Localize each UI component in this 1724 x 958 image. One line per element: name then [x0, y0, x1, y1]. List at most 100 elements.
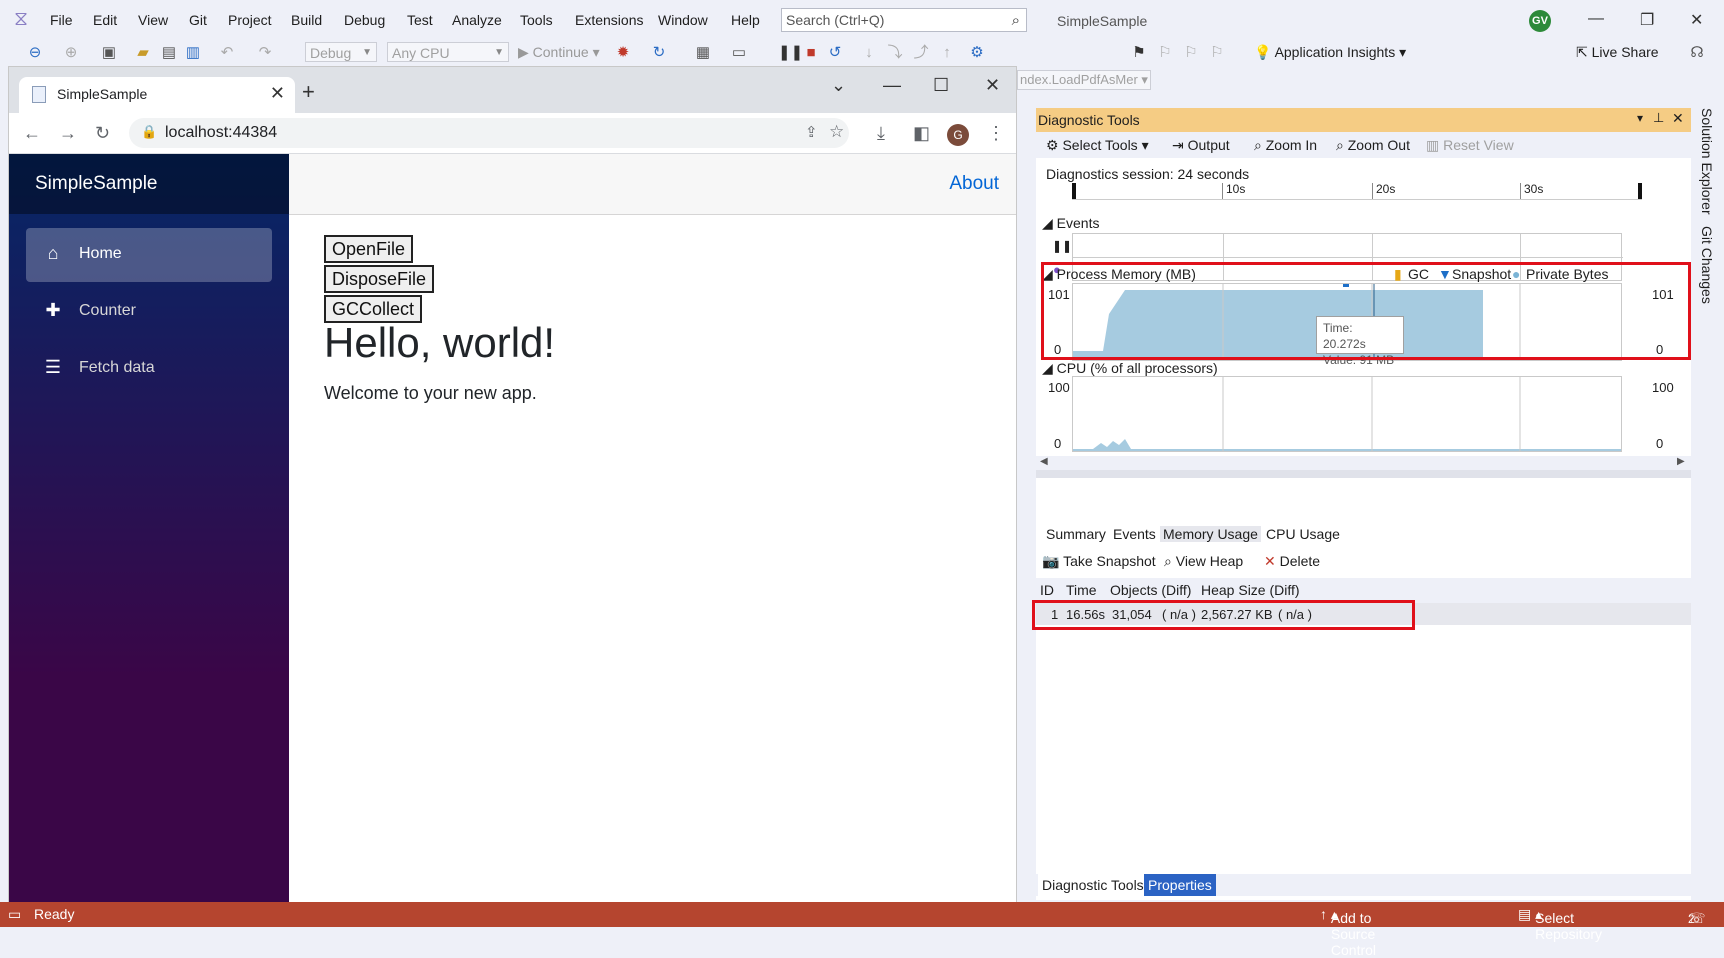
app-brand[interactable]: SimpleSample — [35, 173, 158, 195]
tab-summary[interactable]: Summary — [1046, 526, 1106, 542]
pause-events-icon[interactable]: ❚❚ — [1052, 239, 1072, 253]
save-all-icon[interactable]: ▥ — [184, 44, 202, 62]
step-over-icon[interactable]: ⤵ — [886, 44, 904, 62]
new-tab-icon[interactable]: + — [302, 79, 315, 105]
zoom-out-button[interactable]: ⌕ Zoom Out — [1336, 137, 1410, 154]
menu-help[interactable]: Help — [731, 12, 760, 28]
timeline-scrollbar[interactable]: ◀ ▶ — [1036, 456, 1691, 470]
profile-avatar[interactable]: G — [947, 124, 969, 146]
tab-search-chevron-icon[interactable]: ⌄ — [831, 75, 846, 96]
panel-close-icon[interactable]: ✕ — [1672, 110, 1684, 127]
menu-debug[interactable]: Debug — [344, 12, 385, 28]
menu-edit[interactable]: Edit — [93, 12, 117, 28]
scroll-right-icon[interactable]: ▶ — [1677, 456, 1685, 467]
step-back-icon[interactable]: ⤴ — [912, 44, 930, 62]
menu-project[interactable]: Project — [228, 12, 272, 28]
splitter[interactable] — [1036, 470, 1691, 478]
about-link[interactable]: About — [949, 173, 999, 195]
side-panel-icon[interactable]: ◧ — [913, 123, 930, 144]
notifications-button[interactable]: ☏ 2 — [1688, 906, 1706, 926]
nav-item-fetch-data[interactable]: ☰ Fetch data — [26, 342, 272, 396]
select-repository[interactable]: ▤ Select Repository ▴ — [1518, 906, 1602, 942]
menu-window[interactable]: Window — [658, 12, 708, 28]
cpu-chart[interactable] — [1072, 376, 1622, 452]
new-project-icon[interactable]: ▣ — [100, 44, 118, 62]
nav-back-icon[interactable]: ⊖ — [26, 44, 44, 62]
vs-search-box[interactable]: Search (Ctrl+Q) ⌕ — [781, 8, 1027, 32]
nav-forward-icon[interactable]: ⊕ — [62, 44, 80, 62]
events-section-title[interactable]: ◢ Events — [1042, 215, 1099, 232]
menu-test[interactable]: Test — [407, 12, 433, 28]
share-page-icon[interactable]: ⇪ — [805, 123, 818, 141]
bookmark-icon[interactable]: ⚑ — [1130, 44, 1148, 62]
reset-view-button[interactable]: ▥ Reset View — [1426, 137, 1514, 154]
browser-minimize-icon[interactable]: — — [883, 75, 901, 96]
restart-icon[interactable]: ↺ — [826, 44, 844, 62]
forward-icon[interactable]: → — [59, 123, 77, 144]
bookmark-prev-icon[interactable]: ⚐ — [1156, 44, 1174, 62]
bookmark-next-icon[interactable]: ⚐ — [1182, 44, 1200, 62]
save-icon[interactable]: ▤ — [160, 44, 178, 62]
application-insights-button[interactable]: 💡 Application Insights ▾ — [1254, 44, 1406, 61]
zoom-in-button[interactable]: ⌕ Zoom In — [1254, 137, 1317, 154]
view-heap-button[interactable]: ⌕ View Heap — [1164, 553, 1243, 570]
browser-maximize-icon[interactable]: ☐ — [933, 75, 949, 96]
bookmark-clear-icon[interactable]: ⚐ — [1208, 44, 1226, 62]
add-to-source-control[interactable]: ↑ Add to Source Control ▴ — [1320, 906, 1376, 958]
browser-tab[interactable]: SimpleSample ✕ — [19, 77, 295, 113]
menu-extensions[interactable]: Extensions — [575, 12, 643, 28]
menu-build[interactable]: Build — [291, 12, 322, 28]
menu-git[interactable]: Git — [189, 12, 207, 28]
cpu-section-title[interactable]: ◢ CPU (% of all processors) — [1042, 360, 1218, 377]
open-folder-icon[interactable]: ▰ — [134, 44, 152, 62]
step-into-icon[interactable]: ↓ — [860, 44, 878, 62]
vs-close-icon[interactable]: ✕ — [1690, 10, 1703, 30]
ruler-start-marker[interactable] — [1072, 183, 1076, 199]
menu-analyze[interactable]: Analyze — [452, 12, 502, 28]
tab-close-icon[interactable]: ✕ — [270, 83, 285, 104]
menu-file[interactable]: File — [50, 12, 73, 28]
menu-view[interactable]: View — [138, 12, 168, 28]
col-id[interactable]: ID — [1040, 582, 1054, 598]
select-tools-button[interactable]: ⚙ Select Tools ▾ — [1046, 137, 1149, 154]
stop-icon[interactable]: ■ — [802, 44, 820, 62]
continue-button[interactable]: ▶ Continue ▾ — [518, 44, 600, 61]
address-bar[interactable]: 🔒 localhost:44384 ⇪ ☆ — [129, 118, 849, 148]
output-button[interactable]: ⇥ Output — [1172, 137, 1230, 154]
exception-settings-icon[interactable]: ⚙ — [968, 44, 986, 62]
feedback-icon[interactable]: ☊ — [1688, 44, 1706, 62]
redo-icon[interactable]: ↷ — [256, 44, 274, 62]
hot-reload-icon[interactable]: ✹ — [614, 44, 632, 62]
platform-combo[interactable]: Any CPU ▼ — [387, 42, 509, 62]
col-time[interactable]: Time — [1066, 582, 1097, 598]
menu-tools[interactable]: Tools — [520, 12, 553, 28]
col-heap-size[interactable]: Heap Size (Diff) — [1201, 582, 1300, 598]
open-file-button[interactable]: OpenFile — [324, 235, 414, 263]
col-objects[interactable]: Objects (Diff) — [1110, 582, 1191, 598]
editor-tab-dropdown[interactable]: ndex.LoadPdfAsMer ▾ — [1017, 70, 1151, 90]
vs-minimize-icon[interactable]: — — [1588, 10, 1604, 28]
git-changes-tab[interactable]: Git Changes — [1699, 226, 1715, 304]
take-snapshot-button[interactable]: 📷 Take Snapshot — [1042, 553, 1156, 570]
solution-explorer-tab[interactable]: Solution Explorer — [1699, 108, 1715, 215]
dispose-file-button[interactable]: DisposeFile — [324, 265, 435, 293]
download-icon[interactable]: ⤓ — [877, 123, 885, 144]
delete-button[interactable]: ✕ Delete — [1264, 553, 1320, 570]
nav-item-counter[interactable]: ✚ Counter — [26, 285, 272, 339]
tab-properties[interactable]: Properties — [1144, 874, 1216, 896]
tab-events[interactable]: Events — [1113, 526, 1156, 542]
tab-memory-usage[interactable]: Memory Usage — [1160, 526, 1261, 542]
scroll-left-icon[interactable]: ◀ — [1040, 456, 1048, 467]
pin-icon[interactable]: ⊥ — [1653, 110, 1664, 126]
undo-icon[interactable]: ↶ — [218, 44, 236, 62]
live-share-button[interactable]: ⇱ Live Share — [1576, 44, 1659, 61]
vs-account-avatar[interactable]: GV — [1529, 10, 1551, 32]
tab-diagnostic-tools[interactable]: Diagnostic Tools — [1038, 874, 1148, 896]
bookmark-star-icon[interactable]: ☆ — [829, 122, 844, 142]
browser-link-icon[interactable]: ▦ — [694, 44, 712, 62]
config-combo[interactable]: Debug ▼ — [305, 42, 377, 62]
panel-dropdown-icon[interactable]: ▾ — [1637, 111, 1643, 125]
nav-item-home[interactable]: ⌂ Home — [26, 228, 272, 282]
pause-icon[interactable]: ❚❚ — [778, 44, 803, 62]
browser-menu-icon[interactable]: ⋮ — [987, 123, 1005, 144]
